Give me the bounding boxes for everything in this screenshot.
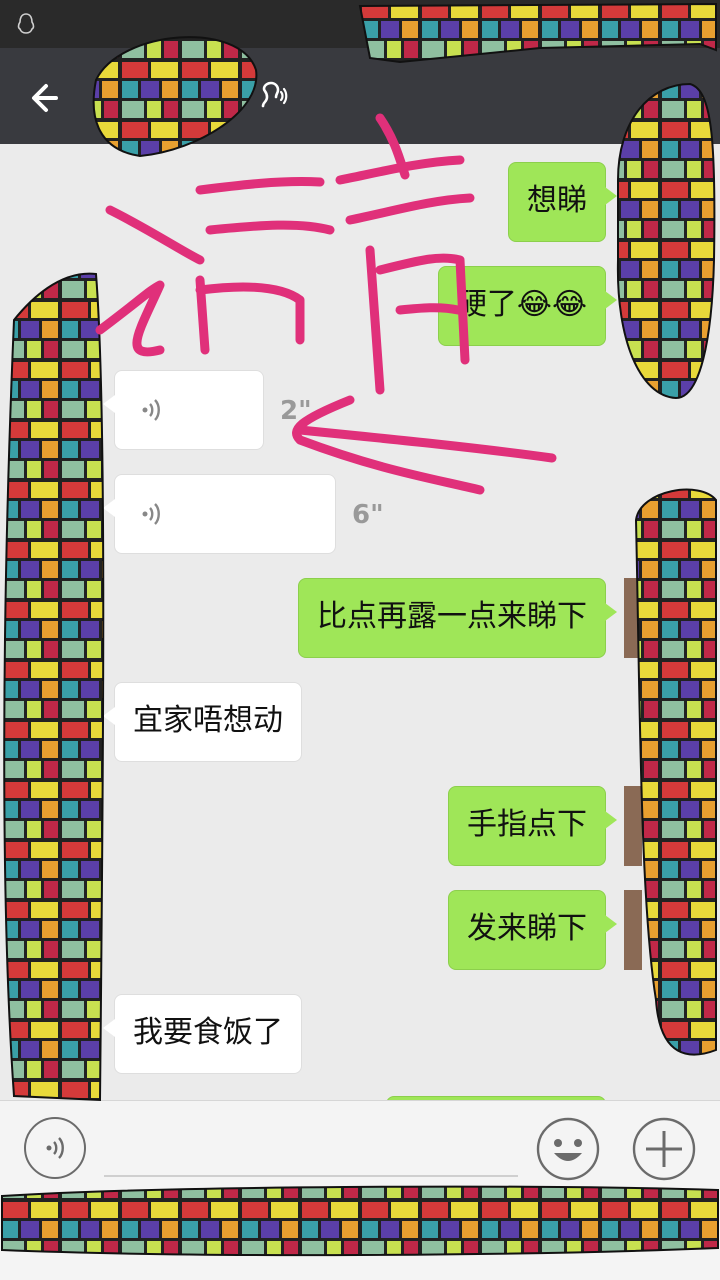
message-text: 我要食饭了: [133, 1015, 283, 1050]
message-text: 宜家唔想动: [133, 703, 283, 738]
input-bar: [0, 1100, 720, 1201]
message-text: 比点再露一点来睇下: [317, 599, 587, 634]
qq-penguin-icon: [17, 13, 35, 34]
message-text: 硬了: [456, 287, 517, 322]
message-text: 发来睇下: [467, 911, 587, 946]
voice-message-bubble[interactable]: [103, 474, 336, 554]
message-bubble-incoming[interactable]: 我要食饭了: [103, 994, 302, 1074]
laughing-emoji: 😂😂: [516, 287, 587, 322]
voice-input-button[interactable]: [24, 1117, 86, 1179]
chat-message-list[interactable]: 想睇 硬了😂😂 2" 6" 比点再露一点来睇下 宜家唔想动 手指点下 发来睇下: [0, 144, 720, 1100]
chat-header: [0, 48, 720, 144]
message-bubble-outgoing[interactable]: 手指点下: [448, 786, 617, 866]
message-bubble-outgoing[interactable]: 硬了😂😂: [437, 266, 618, 346]
voice-message-bubble[interactable]: [103, 370, 264, 450]
smiley-icon[interactable]: [536, 1117, 600, 1181]
voice-wave-icon: [142, 503, 160, 525]
voice-wave-icon: [142, 399, 160, 421]
message-bubble-outgoing[interactable]: 发来睇下: [448, 890, 617, 970]
voice-duration: 2": [280, 396, 312, 426]
system-navigation-bar: [0, 1200, 720, 1280]
voice-icon: [46, 1137, 64, 1159]
back-arrow-icon[interactable]: [26, 76, 70, 120]
plus-icon[interactable]: [632, 1117, 696, 1181]
avatar[interactable]: [624, 786, 642, 866]
avatar[interactable]: [624, 890, 642, 970]
message-bubble-outgoing[interactable]: 比点再露一点来睇下: [298, 578, 617, 658]
message-bubble-outgoing[interactable]: 想睇: [508, 162, 617, 242]
message-bubble-incoming[interactable]: 宜家唔想动: [103, 682, 302, 762]
voice-duration: 6": [352, 500, 384, 530]
message-input[interactable]: [104, 1175, 518, 1177]
message-text: 想睇: [527, 183, 587, 218]
message-text: 手指点下: [467, 807, 587, 842]
avatar[interactable]: [624, 578, 642, 658]
ear-icon[interactable]: [254, 80, 288, 114]
avatar[interactable]: [624, 162, 642, 242]
status-bar: [0, 0, 720, 48]
